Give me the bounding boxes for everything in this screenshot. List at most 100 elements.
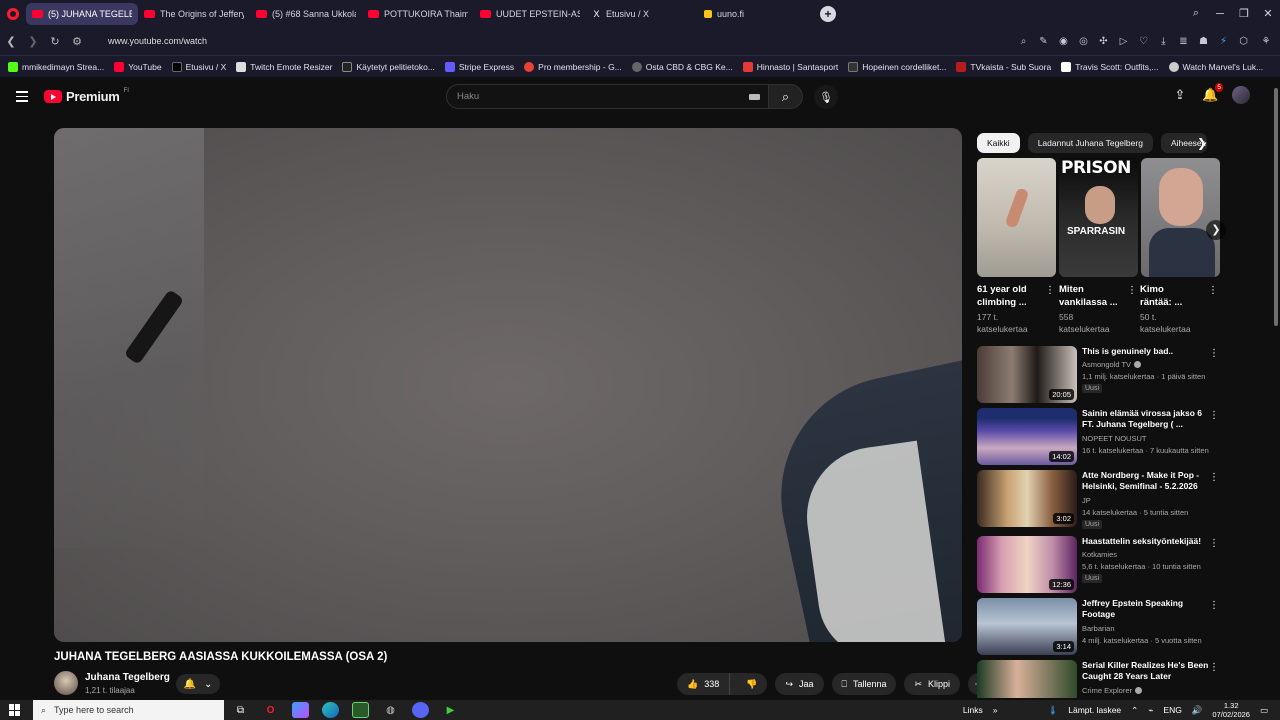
- video-thumbnail[interactable]: [977, 660, 1077, 698]
- youtube-premium-logo[interactable]: Premium FI: [44, 88, 129, 104]
- short-thumbnail[interactable]: [977, 158, 1056, 277]
- like-button[interactable]: 👍 338: [677, 673, 731, 695]
- discord-icon[interactable]: [412, 702, 429, 718]
- recommendation-item[interactable]: Serial Killer Realizes He's Been Caught …: [977, 660, 1237, 698]
- recommendation-item[interactable]: 12:36 Haastattelin seksityöntekijää! Kot…: [977, 536, 1237, 594]
- bookmark[interactable]: Hinnasto | Santasport: [742, 61, 838, 72]
- browser-tab[interactable]: The Origins of Jeffery Epst: [138, 3, 250, 25]
- browser-tab[interactable]: uuno.fi: [698, 3, 810, 25]
- active-app-icon[interactable]: [352, 702, 369, 718]
- video-thumbnail[interactable]: 20:05: [977, 346, 1077, 403]
- edit-icon[interactable]: ✎: [1038, 36, 1049, 47]
- more-vertical-icon[interactable]: ⋮: [1209, 538, 1219, 549]
- browser-tab[interactable]: (5) #68 Sanna Ukkola - Yo: [250, 3, 362, 25]
- reload-icon[interactable]: ↻: [44, 35, 66, 48]
- browser-tab[interactable]: (5) JUHANA TEGELBERG A: [26, 2, 138, 25]
- short-info[interactable]: Miten vankilassa ... 558 katselukertaa ⋮: [1059, 283, 1139, 335]
- video-thumbnail[interactable]: 14:02: [977, 408, 1077, 465]
- bookmark[interactable]: YouTube: [114, 61, 162, 72]
- windows-start-icon[interactable]: [9, 704, 21, 716]
- cube-icon[interactable]: ⬡: [1238, 36, 1249, 47]
- playlist-icon[interactable]: ≣: [1178, 36, 1189, 47]
- short-info[interactable]: 61 year old climbing ... 177 t. katseluk…: [977, 283, 1057, 335]
- minimize-button[interactable]: ─: [1208, 8, 1232, 20]
- short-thumbnail[interactable]: [1141, 158, 1220, 277]
- bookmark[interactable]: Osta CBD & CBG Ke...: [631, 61, 733, 72]
- bookmark[interactable]: Twitch Emote Resizer: [236, 61, 332, 72]
- chip-all[interactable]: Kaikki: [977, 133, 1020, 153]
- bookmark[interactable]: Pro membership - G...: [524, 61, 622, 72]
- weather-text[interactable]: Lämpt. laskee: [1068, 705, 1121, 715]
- profile-icon[interactable]: ☗: [1198, 36, 1209, 47]
- clock[interactable]: 1.32 07/02/2026: [1212, 701, 1250, 719]
- task-view-icon[interactable]: ⧉: [232, 702, 249, 718]
- channel-name[interactable]: Juhana Tegelberg: [85, 672, 170, 683]
- bookmark[interactable]: Käytetyt pelitietoko...: [342, 61, 435, 72]
- browser-tab[interactable]: POTTUKOIRA Thaimaa - s: [362, 3, 474, 25]
- back-icon[interactable]: ❮: [0, 35, 22, 48]
- bookmark[interactable]: Etusivu / X: [171, 61, 226, 72]
- save-button[interactable]: ⎕ Tallenna: [831, 673, 897, 695]
- more-vertical-icon[interactable]: ⋮: [1208, 285, 1218, 296]
- recommendation-item[interactable]: 20:05 This is genuinely bad.. Asmongold …: [977, 346, 1237, 404]
- search-input[interactable]: Haku: [446, 84, 769, 109]
- more-vertical-icon[interactable]: ⋮: [1127, 285, 1137, 296]
- volume-icon[interactable]: 🔊: [1192, 705, 1203, 716]
- bookmark[interactable]: Travis Scott: Outfits,...: [1061, 61, 1159, 72]
- more-vertical-icon[interactable]: ⋮: [1045, 285, 1055, 296]
- recommendation-item[interactable]: 3:02 Atte Nordberg - Make it Pop - Helsi…: [977, 470, 1237, 529]
- media-player-icon[interactable]: ▶: [442, 702, 459, 718]
- new-tab-button[interactable]: +: [820, 5, 836, 22]
- bookmark[interactable]: Watch Marvel's Luk...: [1168, 61, 1263, 72]
- copilot-icon[interactable]: [292, 702, 309, 718]
- aria-icon[interactable]: ⚡: [1218, 36, 1229, 47]
- language-indicator[interactable]: ENG: [1163, 705, 1181, 715]
- more-vertical-icon[interactable]: ⋮: [1209, 472, 1219, 483]
- chevron-up-icon[interactable]: ⌃: [1131, 705, 1138, 716]
- ai-icon[interactable]: ⚘: [1258, 36, 1274, 47]
- lens-icon[interactable]: ⌕: [1018, 36, 1029, 47]
- short-info[interactable]: Kimo räntää: ... 50 t. katselukertaa ⋮: [1140, 283, 1220, 335]
- shorts-next-button[interactable]: ❯: [1206, 220, 1226, 240]
- upload-icon[interactable]: ⇪: [1172, 87, 1188, 103]
- chip-uploaded-by[interactable]: Ladannut Juhana Tegelberg: [1027, 133, 1153, 153]
- extension-icon[interactable]: ✣: [1098, 36, 1109, 47]
- menu-icon[interactable]: [16, 91, 28, 105]
- browser-tab[interactable]: X Etusivu / X: [586, 3, 698, 25]
- vpn-app-icon[interactable]: ◍: [382, 702, 399, 718]
- site-info-icon[interactable]: ⚙: [66, 35, 88, 48]
- bookmark[interactable]: Hopeinen cordelliket...: [848, 61, 946, 72]
- edge-icon[interactable]: [322, 702, 339, 718]
- more-vertical-icon[interactable]: ⋮: [1209, 348, 1219, 359]
- keyboard-icon[interactable]: [749, 94, 760, 100]
- url-field[interactable]: www.youtube.com/watch: [108, 36, 207, 46]
- video-thumbnail[interactable]: 3:14: [977, 598, 1077, 655]
- scrollbar-thumb[interactable]: [1274, 88, 1278, 326]
- more-vertical-icon[interactable]: ⋮: [1209, 410, 1219, 421]
- account-avatar[interactable]: [1232, 86, 1250, 104]
- opera-logo-icon[interactable]: [0, 0, 26, 27]
- camera-icon[interactable]: ◉: [1058, 36, 1069, 47]
- more-vertical-icon[interactable]: ⋮: [1209, 662, 1219, 673]
- notification-center-icon[interactable]: ▭: [1260, 705, 1268, 716]
- clip-button[interactable]: ✂ Klippi: [904, 673, 961, 695]
- subscription-bell-button[interactable]: 🔔 ⌄: [176, 674, 220, 694]
- video-player[interactable]: [54, 128, 962, 642]
- heart-icon[interactable]: ♡: [1138, 36, 1149, 47]
- short-thumbnail[interactable]: PRISON SPARRASIN: [1059, 158, 1138, 277]
- video-thumbnail[interactable]: 3:02: [977, 470, 1077, 527]
- chevron-right-double-icon[interactable]: »: [993, 705, 998, 715]
- dislike-button[interactable]: 👎: [736, 679, 767, 690]
- recommendation-item[interactable]: 14:02 Sainin elämää virossa jakso 6 FT. …: [977, 408, 1237, 466]
- search-button[interactable]: ⌕: [768, 84, 803, 109]
- recommendation-item[interactable]: 3:14 Jeffrey Epstein Speaking Footage Ba…: [977, 598, 1237, 656]
- browser-tab[interactable]: UUDET EPSTEIN-ASIAKIRJ: [474, 3, 586, 25]
- close-window-button[interactable]: ✕: [1256, 7, 1280, 20]
- chevron-right-icon[interactable]: ❯: [1197, 136, 1207, 150]
- download-icon[interactable]: ⤓: [1158, 36, 1169, 47]
- bookmark[interactable]: mmikedimayn Strea...: [8, 61, 104, 72]
- bookmark[interactable]: Stripe Express: [444, 61, 514, 72]
- notifications-bell-icon[interactable]: 🔔 5: [1202, 83, 1223, 103]
- channel-avatar[interactable]: [54, 671, 78, 695]
- network-icon[interactable]: ⌁: [1148, 705, 1153, 716]
